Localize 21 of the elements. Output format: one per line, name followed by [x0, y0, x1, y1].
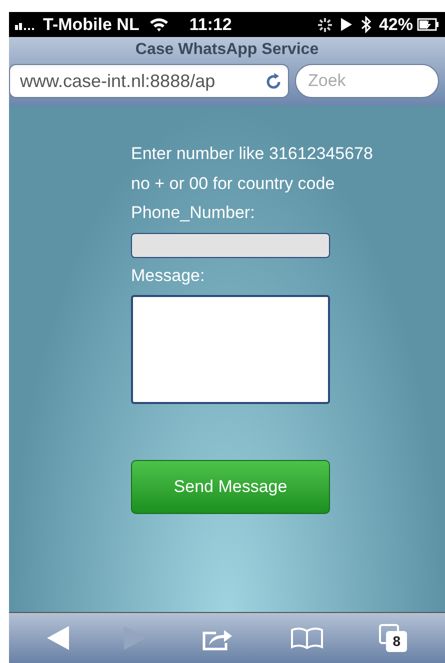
back-arrow-icon[interactable] [46, 626, 69, 650]
bluetooth-icon [360, 16, 371, 33]
reload-icon[interactable] [266, 72, 282, 90]
search-field[interactable]: Zoek [295, 64, 439, 98]
battery-percent: 42% [378, 14, 413, 36]
field-label: Message: [131, 266, 206, 286]
address-bar[interactable]: www.case-int.nl:8888/ap [9, 64, 289, 98]
phone-number-field[interactable] [131, 233, 330, 258]
wifi-icon [149, 17, 170, 32]
clock-time: 11:12 [189, 14, 232, 36]
message-field[interactable] [131, 295, 330, 404]
page-title: Case WhatsApp Service [134, 40, 320, 60]
book-icon[interactable] [290, 627, 324, 649]
field-label: Phone_Number: [131, 203, 256, 223]
carrier-name: T-Mobile NL [43, 14, 140, 36]
url-text: www.case-int.nl:8888/ap [20, 70, 216, 93]
instruction-text: no + or 00 for country code [131, 174, 336, 194]
play-icon [340, 18, 352, 31]
battery-icon [417, 18, 439, 31]
instruction-text: Enter number like 31612345678 [131, 144, 374, 164]
activity-spinner-icon [316, 16, 333, 32]
